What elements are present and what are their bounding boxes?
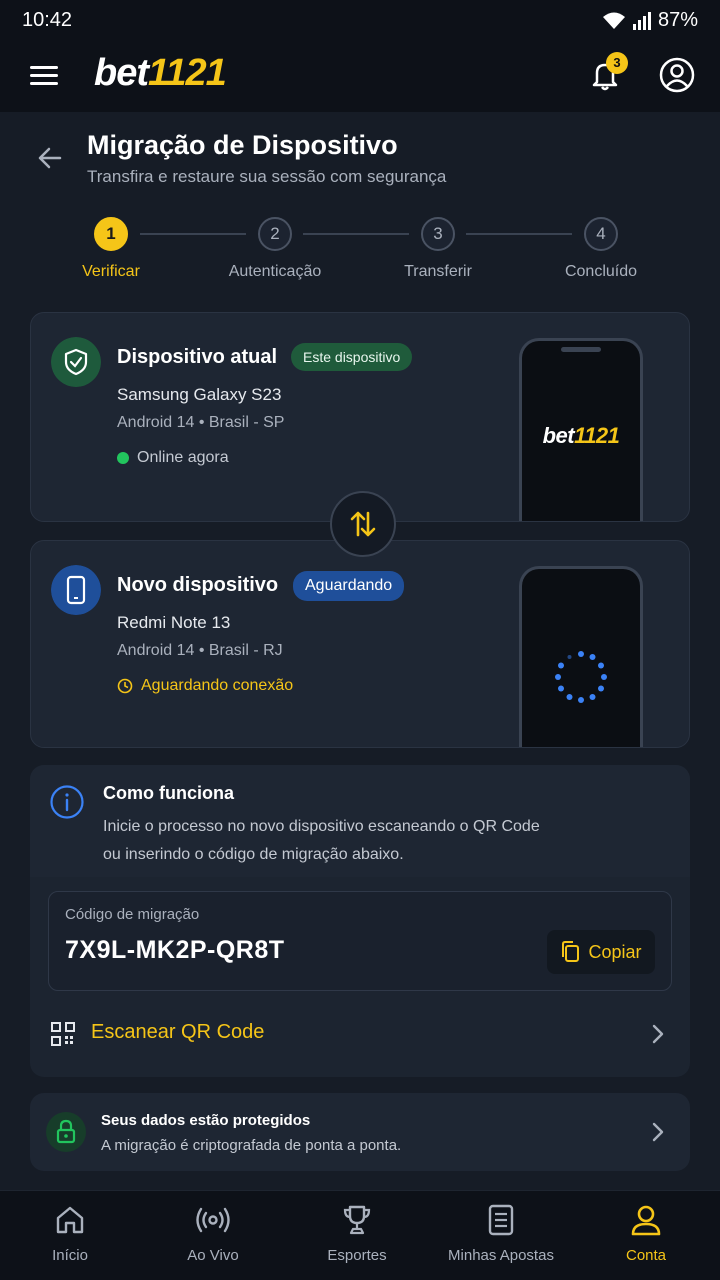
migration-code-box: Código de migração 7X9L-MK2P-QR8T Copiar (48, 891, 672, 991)
status-right: 87% (602, 9, 698, 32)
step-concluido: 4 Concluído (521, 214, 681, 281)
copy-button[interactable]: Copiar (547, 930, 655, 974)
security-card[interactable]: Seus dados estão protegidos A migração é… (30, 1093, 690, 1171)
profile-icon[interactable] (658, 56, 696, 94)
nav-label: Conta (625, 1247, 667, 1264)
back-arrow-icon[interactable] (36, 144, 64, 172)
copy-icon (562, 941, 580, 962)
lock-icon (46, 1112, 86, 1152)
menu-icon[interactable] (30, 66, 58, 86)
loading-spinner-icon (555, 651, 607, 703)
step-number: 2 (258, 217, 292, 251)
app-bar: bet1121 3 (0, 40, 720, 112)
device-status: Aguardando conexão (117, 677, 293, 695)
nav-conta[interactable]: Conta (576, 1203, 716, 1264)
security-text: A migração é criptografada de ponta a po… (101, 1137, 402, 1154)
step-number: 4 (584, 217, 618, 251)
home-icon (56, 1206, 84, 1234)
nav-label: Início (52, 1247, 88, 1264)
device-status: Online agora (117, 449, 229, 467)
step-label: Concluído (564, 263, 638, 280)
step-number: 1 (94, 217, 128, 251)
step-number: 3 (421, 217, 455, 251)
nav-ao-vivo[interactable]: Ao Vivo (143, 1203, 283, 1264)
swap-button[interactable] (330, 491, 396, 557)
chevron-right-icon (652, 1024, 664, 1044)
status-bar: 10:42 87% (0, 0, 720, 40)
code-label: Código de migração (65, 906, 200, 923)
page-subtitle: Transfira e restaure sua sessão com segu… (87, 167, 447, 186)
nav-label: Minhas Apostas (448, 1247, 554, 1264)
phone-notch (561, 347, 601, 352)
wifi-icon (602, 12, 625, 29)
info-text: Inicie o processo no novo dispositivo es… (103, 818, 540, 863)
bet-slip-icon (488, 1204, 514, 1236)
migration-code-value[interactable]: 7X9L-MK2P-QR8T (65, 936, 285, 965)
user-icon (631, 1205, 661, 1236)
stepper: 1 Verificar 2 Autenticação 3 Transferir … (0, 214, 720, 294)
step-autenticacao: 2 Autenticação (195, 214, 355, 281)
phone-logo: bet1121 (542, 423, 620, 448)
status-badge: Este dispositivo (291, 343, 413, 371)
nav-label: Ao Vivo (187, 1247, 239, 1264)
info-title: Como funciona (103, 783, 234, 803)
info-icon (50, 785, 84, 819)
step-transferir: 3 Transferir (358, 214, 518, 281)
battery-percent: 87% (657, 9, 698, 31)
smartphone-icon (51, 565, 101, 615)
live-broadcast-icon (196, 1207, 230, 1233)
step-label: Verificar (82, 263, 140, 280)
device-meta: Android 14 • Brasil - RJ (117, 642, 283, 659)
nav-inicio[interactable]: Início (0, 1203, 140, 1264)
step-label: Autenticação (228, 263, 322, 280)
page-title: Migração de Dispositivo (87, 130, 398, 160)
nav-esportes[interactable]: Esportes (287, 1203, 427, 1264)
nav-minhas-apostas[interactable]: Minhas Apostas (431, 1203, 571, 1264)
step-label: Transferir (404, 263, 472, 280)
security-title: Seus dados estão protegidos (101, 1112, 311, 1129)
phone-illustration (519, 566, 643, 747)
device-model: Redmi Note 13 (117, 613, 231, 632)
device-meta: Android 14 • Brasil - SP (117, 414, 285, 431)
phone-illustration: bet1121 (519, 338, 643, 521)
scan-label: Escanear QR Code (91, 1021, 265, 1043)
step-verificar: 1 Verificar (31, 214, 191, 281)
swap-arrows-icon (350, 511, 376, 537)
how-it-works-card: Como funciona Inicie o processo no novo … (30, 765, 690, 1077)
qr-code-icon (51, 1022, 75, 1046)
trophy-icon (343, 1205, 371, 1235)
device-title: Novo dispositivo (117, 574, 279, 596)
status-time: 10:42 (22, 9, 73, 31)
online-dot-icon (117, 452, 129, 464)
brand-logo[interactable]: bet1121 (94, 52, 227, 95)
copy-label: Copiar (588, 941, 642, 962)
bottom-nav: Início Ao Vivo Esportes Minhas Apostas C… (0, 1190, 720, 1280)
notification-badge: 3 (606, 52, 628, 74)
chevron-right-icon (652, 1122, 664, 1142)
scan-qr-row[interactable]: Escanear QR Code (30, 991, 690, 1075)
device-model: Samsung Galaxy S23 (117, 385, 282, 404)
shield-check-icon (51, 337, 101, 387)
new-device-card: Novo dispositivo Aguardando Redmi Note 1… (30, 540, 690, 748)
status-text: Online agora (137, 449, 229, 466)
status-badge: Aguardando (293, 571, 405, 601)
status-text: Aguardando conexão (141, 677, 294, 694)
device-title: Dispositivo atual (117, 346, 278, 368)
nav-label: Esportes (327, 1247, 387, 1264)
signal-icon (632, 11, 651, 30)
clock-icon (117, 678, 133, 694)
